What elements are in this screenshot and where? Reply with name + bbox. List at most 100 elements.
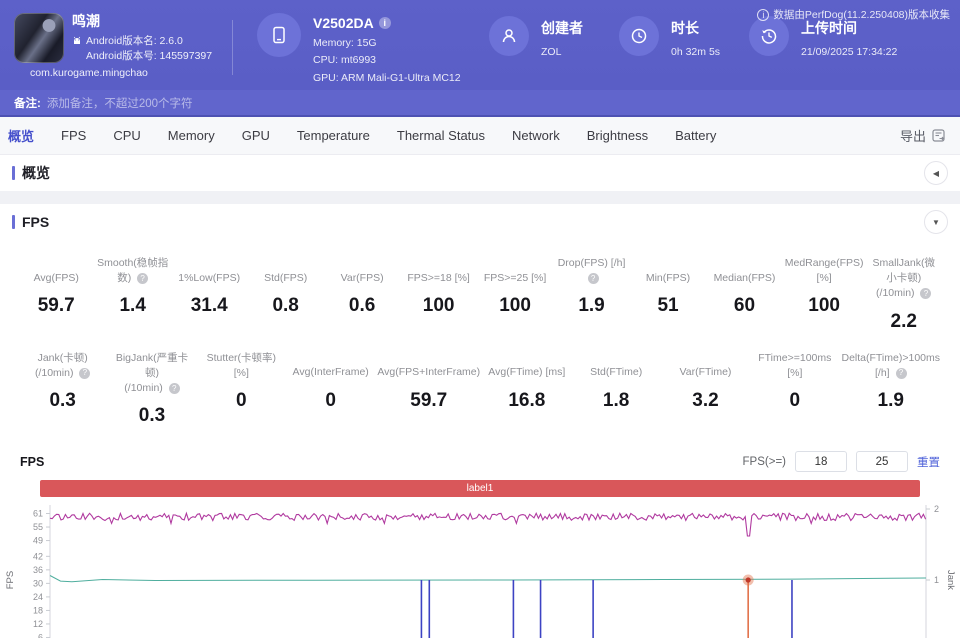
stat-label: Avg(FPS+InterFrame): [377, 351, 480, 381]
tab-brightness[interactable]: Brightness: [587, 128, 648, 143]
stat-cell: Drop(FPS) [/h] ? 1.9: [553, 252, 629, 337]
overview-collapse-button[interactable]: ◀: [924, 161, 948, 185]
stat-cell: Std(FPS) 0.8: [247, 252, 323, 337]
stat-cell: MedRange(FPS)[%] 100: [783, 252, 866, 337]
tab-memory[interactable]: Memory: [168, 128, 215, 143]
fps-chart-title: FPS: [20, 455, 44, 469]
stat-label: 1%Low(FPS): [173, 256, 245, 286]
stat-cell: Min(FPS) 51: [630, 252, 706, 337]
stat-value: 0.8: [249, 295, 321, 317]
help-icon[interactable]: ?: [169, 383, 180, 394]
svg-text:6: 6: [38, 633, 43, 638]
device-info: V2502DA i Memory: 15G CPU: mt6993 GPU: A…: [233, 0, 465, 90]
game-avatar: [14, 13, 64, 63]
tab-gpu[interactable]: GPU: [242, 128, 270, 143]
clock-icon: [630, 27, 648, 45]
stat-value: 100: [402, 295, 474, 317]
game-title: 鸣潮: [72, 13, 212, 31]
stat-label: Avg(InterFrame): [288, 351, 373, 381]
overview-section-title: 概览: [22, 163, 50, 183]
duration-icon-circle: [619, 16, 659, 56]
creator-label: 创建者: [541, 18, 583, 38]
device-info-icon[interactable]: i: [379, 17, 391, 29]
help-icon[interactable]: ?: [79, 368, 90, 379]
stat-value: 0: [752, 390, 837, 412]
fps-threshold-input-1[interactable]: [795, 451, 847, 472]
creator-value: ZOL: [541, 44, 583, 60]
stat-cell: Var(FPS) 0.6: [324, 252, 400, 337]
stat-value: 1.9: [555, 295, 627, 317]
user-icon: [500, 27, 518, 45]
stat-value: 1.9: [841, 390, 940, 412]
fps-threshold-input-2[interactable]: [856, 451, 908, 472]
stat-label: Stutter(卡顿率) [%]: [199, 351, 284, 381]
stat-value: 51: [632, 295, 704, 317]
stat-label: MedRange(FPS)[%]: [785, 256, 864, 286]
phone-icon: [269, 25, 289, 45]
stat-value: 60: [708, 295, 780, 317]
stat-value: 3.2: [663, 390, 748, 412]
stat-cell: FPS>=18 [%] 100: [400, 252, 476, 337]
stat-value: 31.4: [173, 295, 245, 317]
svg-text:42: 42: [33, 552, 43, 562]
svg-text:12: 12: [33, 619, 43, 629]
stat-label: FPS>=25 [%]: [479, 256, 551, 286]
help-icon[interactable]: ?: [896, 368, 907, 379]
section-accent: [12, 215, 15, 229]
stat-cell: Stutter(卡顿率) [%] 0: [197, 347, 286, 432]
history-clock-icon: [760, 27, 778, 45]
stat-cell: Median(FPS) 60: [706, 252, 782, 337]
tab-temperature[interactable]: Temperature: [297, 128, 370, 143]
stat-cell: Avg(FTime) [ms] 16.8: [482, 347, 571, 432]
stat-label: SmallJank(微小卡顿)(/10min) ?: [868, 256, 940, 302]
fps-chart-canvas[interactable]: 61554942363024181260210FPSJank00:0001:42…: [0, 501, 960, 638]
notes-bar[interactable]: 备注: 添加备注，不超过200个字符: [0, 90, 960, 117]
help-icon[interactable]: ?: [137, 273, 148, 284]
stat-value: 100: [479, 295, 551, 317]
reset-button[interactable]: 重置: [917, 454, 940, 470]
stat-label: Delta(FTime)>100ms [/h] ?: [841, 351, 940, 381]
export-icon: [931, 128, 946, 143]
stat-value: 0.6: [326, 295, 398, 317]
fps-section-title: FPS: [22, 214, 49, 230]
data-source-note: i 数据由PerfDog(11.2.250408)版本收集: [757, 7, 950, 22]
help-icon[interactable]: ?: [920, 288, 931, 299]
stat-cell: FPS>=25 [%] 100: [477, 252, 553, 337]
app-info: 鸣潮 Android版本名: 2.6.0 Android版本号: 1455973…: [0, 0, 232, 90]
tab-cpu[interactable]: CPU: [113, 128, 140, 143]
tab-network[interactable]: Network: [512, 128, 560, 143]
tab-battery[interactable]: Battery: [675, 128, 716, 143]
tab-thermal-status[interactable]: Thermal Status: [397, 128, 485, 143]
notes-label: 备注:: [14, 95, 41, 111]
stat-label: Drop(FPS) [/h] ?: [555, 256, 627, 286]
stat-label: BigJank(严重卡顿)(/10min) ?: [109, 351, 194, 397]
chart-label-banner[interactable]: label1: [40, 480, 920, 497]
section-accent: [12, 166, 15, 180]
creator-info: 创建者 ZOL: [465, 0, 595, 90]
stat-label: FPS>=18 [%]: [402, 256, 474, 286]
export-label: 导出: [900, 126, 926, 145]
stat-value: 0.3: [109, 405, 194, 427]
stat-cell: Avg(InterFrame) 0: [286, 347, 375, 432]
stat-label: Jank(卡顿)(/10min) ?: [20, 351, 105, 381]
help-icon[interactable]: ?: [588, 273, 599, 284]
svg-text:61: 61: [33, 509, 43, 519]
stat-label: Std(FTime): [573, 351, 658, 381]
export-button[interactable]: 导出: [900, 126, 946, 145]
package-name: com.kurogame.mingchao: [30, 67, 212, 80]
stat-value: 16.8: [484, 390, 569, 412]
svg-text:2: 2: [934, 504, 939, 514]
svg-text:Jank: Jank: [945, 570, 956, 590]
stat-cell: Smooth(稳帧指数) ?1.4: [94, 252, 170, 337]
tab-概览[interactable]: 概览: [8, 126, 34, 145]
svg-text:55: 55: [33, 522, 43, 532]
fps-collapse-button[interactable]: ▼: [924, 210, 948, 234]
stat-value: 100: [785, 295, 864, 317]
stat-label: Avg(FTime) [ms]: [484, 351, 569, 381]
stat-cell: Jank(卡顿)(/10min) ?0.3: [18, 347, 107, 432]
tab-fps[interactable]: FPS: [61, 128, 86, 143]
device-cpu: CPU: mt6993: [313, 52, 461, 68]
stat-label: Median(FPS): [708, 256, 780, 286]
android-version-name: Android版本名: 2.6.0: [86, 35, 183, 48]
android-version-code: Android版本号: 145597397: [86, 50, 212, 63]
